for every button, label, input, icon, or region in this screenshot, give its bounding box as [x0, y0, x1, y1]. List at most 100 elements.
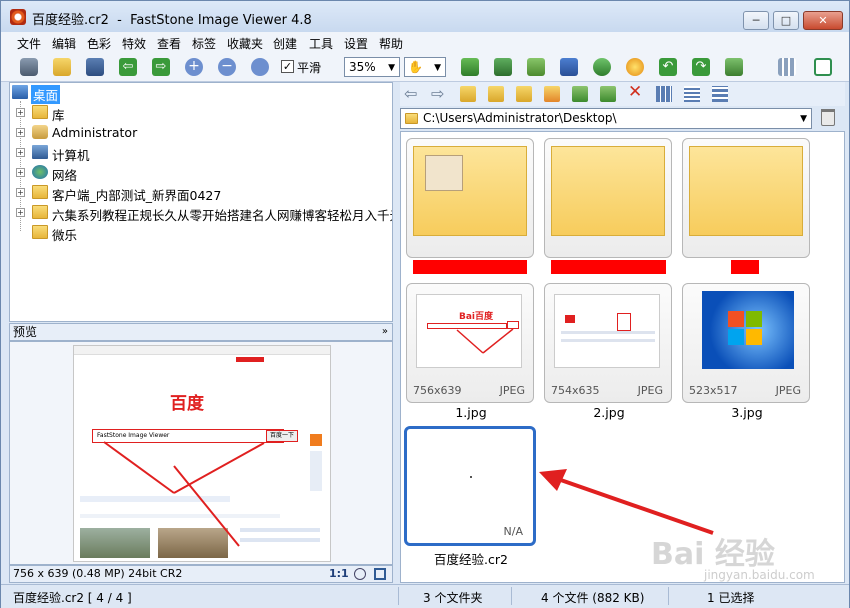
rotate-left-icon[interactable]: ↶ — [657, 56, 679, 78]
save-icon[interactable] — [84, 56, 106, 78]
recycle-bin-icon[interactable] — [821, 109, 835, 126]
smooth-checkbox[interactable]: ✓ — [281, 60, 294, 73]
tree-item-administrator[interactable]: + Administrator — [10, 123, 390, 143]
image-thumbnail[interactable]: 754x635 JPEG — [544, 283, 672, 403]
menu-file[interactable]: 文件 — [17, 35, 41, 52]
tree-item-network[interactable]: + 网络 — [10, 163, 390, 183]
chevron-down-icon[interactable]: ▼ — [800, 110, 807, 129]
tree-label: 库 — [52, 108, 65, 123]
details-view-icon[interactable] — [712, 86, 728, 102]
thumbnail-image — [702, 291, 794, 369]
copy-to-icon[interactable] — [572, 86, 588, 102]
collapse-icon[interactable]: » — [382, 324, 388, 340]
favorite-folder-icon[interactable] — [516, 86, 532, 102]
menu-view[interactable]: 查看 — [157, 35, 181, 52]
tree-item-folder[interactable]: + 客户端_内部测试_新界面0427 — [10, 183, 390, 203]
minimize-button[interactable]: ─ — [743, 11, 769, 30]
tree-label: 微乐 — [52, 228, 78, 243]
app-window: 百度经验.cr2 - FastStone Image Viewer 4.8 ─ … — [0, 0, 850, 608]
menu-color[interactable]: 色彩 — [87, 35, 111, 52]
status-file: 百度经验.cr2 [ 4 / 4 ] — [13, 591, 132, 605]
close-button[interactable]: ✕ — [803, 11, 843, 30]
camera-icon[interactable] — [18, 56, 40, 78]
refresh-folder-icon[interactable] — [488, 86, 504, 102]
folder-thumbnail[interactable] — [682, 138, 810, 258]
prev-icon[interactable]: ⇦ — [117, 56, 139, 78]
menu-tags[interactable]: 标签 — [192, 35, 216, 52]
image-thumbnail[interactable]: 523x517 JPEG — [682, 283, 810, 403]
menu-effects[interactable]: 特效 — [122, 35, 146, 52]
menu-help[interactable]: 帮助 — [379, 35, 403, 52]
stamp-icon[interactable] — [591, 56, 613, 78]
menu-create[interactable]: 创建 — [273, 35, 297, 52]
portrait-sketch-image — [425, 155, 463, 191]
zoom-out-icon[interactable]: − — [216, 56, 238, 78]
thumbnails-view-icon[interactable] — [656, 86, 672, 102]
maximize-button[interactable]: □ — [773, 11, 799, 30]
tree-item-folder[interactable]: + 六集系列教程正规长久从零开始搭建名人网赚博客轻松月入千元 — [10, 203, 392, 223]
delete-icon[interactable]: ✕ — [628, 82, 642, 102]
zoom-select[interactable]: 35% ▼ — [344, 57, 400, 77]
fit-icon[interactable] — [249, 56, 271, 78]
expand-icon[interactable]: + — [16, 148, 25, 157]
list-view-icon[interactable] — [684, 86, 700, 102]
folder-icon — [32, 185, 48, 199]
zoom-value: 35% — [349, 60, 376, 74]
thumb-type: JPEG — [775, 384, 801, 397]
menu-favorites[interactable]: 收藏夹 — [227, 35, 263, 52]
folder-icon — [32, 225, 48, 239]
expand-icon[interactable]: + — [16, 108, 25, 117]
folder-thumbnail[interactable] — [406, 138, 534, 258]
crop-icon[interactable] — [525, 56, 547, 78]
compare-icon[interactable] — [723, 56, 745, 78]
tree-label: Administrator — [52, 125, 138, 140]
menu-settings[interactable]: 设置 — [344, 35, 368, 52]
fit-window-icon[interactable] — [374, 568, 386, 580]
preview-annotation-arrows — [103, 441, 265, 547]
status-selected: 1 已选择 — [707, 591, 755, 605]
computer-icon — [32, 145, 48, 159]
mouse-mode-select[interactable]: ✋ ▼ — [404, 57, 446, 77]
color-icon[interactable] — [558, 56, 580, 78]
effects-icon[interactable] — [624, 56, 646, 78]
watermark-url: jingyan.baidu.com — [704, 568, 815, 582]
fullscreen-icon[interactable] — [812, 56, 834, 78]
up-folder-icon[interactable] — [460, 86, 476, 102]
tree-item-folder[interactable]: 微乐 — [10, 223, 390, 243]
path-field[interactable]: C:\Users\Administrator\Desktop\ ▼ — [400, 108, 812, 129]
target-icon[interactable] — [354, 568, 366, 580]
back-icon[interactable]: ⇦ — [404, 84, 417, 103]
title-bar: 百度经验.cr2 - FastStone Image Viewer 4.8 ─ … — [1, 1, 849, 32]
thumb-type: JPEG — [499, 384, 525, 397]
expand-icon[interactable]: + — [16, 208, 25, 217]
thumb-type: JPEG — [637, 384, 663, 397]
expand-icon[interactable]: + — [16, 188, 25, 197]
folder-thumbnail[interactable] — [544, 138, 672, 258]
menu-edit[interactable]: 编辑 — [52, 35, 76, 52]
slideshow-icon[interactable] — [459, 56, 481, 78]
menu-tools[interactable]: 工具 — [309, 35, 333, 52]
move-to-icon[interactable] — [600, 86, 616, 102]
resize-icon[interactable] — [492, 56, 514, 78]
new-folder-icon[interactable] — [544, 86, 560, 102]
zoom-in-icon[interactable]: + — [183, 56, 205, 78]
expand-icon[interactable]: + — [16, 128, 25, 137]
open-folder-icon[interactable] — [51, 56, 73, 78]
browser-toolbar: ⇦ ⇨ ✕ — [400, 82, 845, 106]
image-thumbnail[interactable]: Bai百度 756x639 JPEG — [406, 283, 534, 403]
path-text: C:\Users\Administrator\Desktop\ — [423, 111, 617, 125]
tree-item-computer[interactable]: + 计算机 — [10, 143, 390, 163]
preview-header: 预览 » — [9, 323, 393, 341]
layout-icon[interactable] — [776, 56, 798, 78]
tree-label: 计算机 — [52, 148, 90, 163]
actual-size-button[interactable]: 1:1 — [329, 566, 349, 582]
forward-icon[interactable]: ⇨ — [431, 84, 444, 103]
preview-pane: 百度 FastStone Image Viewer 百度一下 — [9, 341, 393, 565]
tree-item-desktop[interactable]: 桌面 — [10, 83, 390, 104]
hand-icon: ✋ — [408, 60, 423, 74]
expand-icon[interactable]: + — [16, 168, 25, 177]
next-icon[interactable]: ⇨ — [150, 56, 172, 78]
selected-file-thumbnail[interactable]: N/A — [404, 426, 536, 546]
rotate-right-icon[interactable]: ↷ — [690, 56, 712, 78]
tree-item-library[interactable]: + 库 — [10, 103, 390, 123]
